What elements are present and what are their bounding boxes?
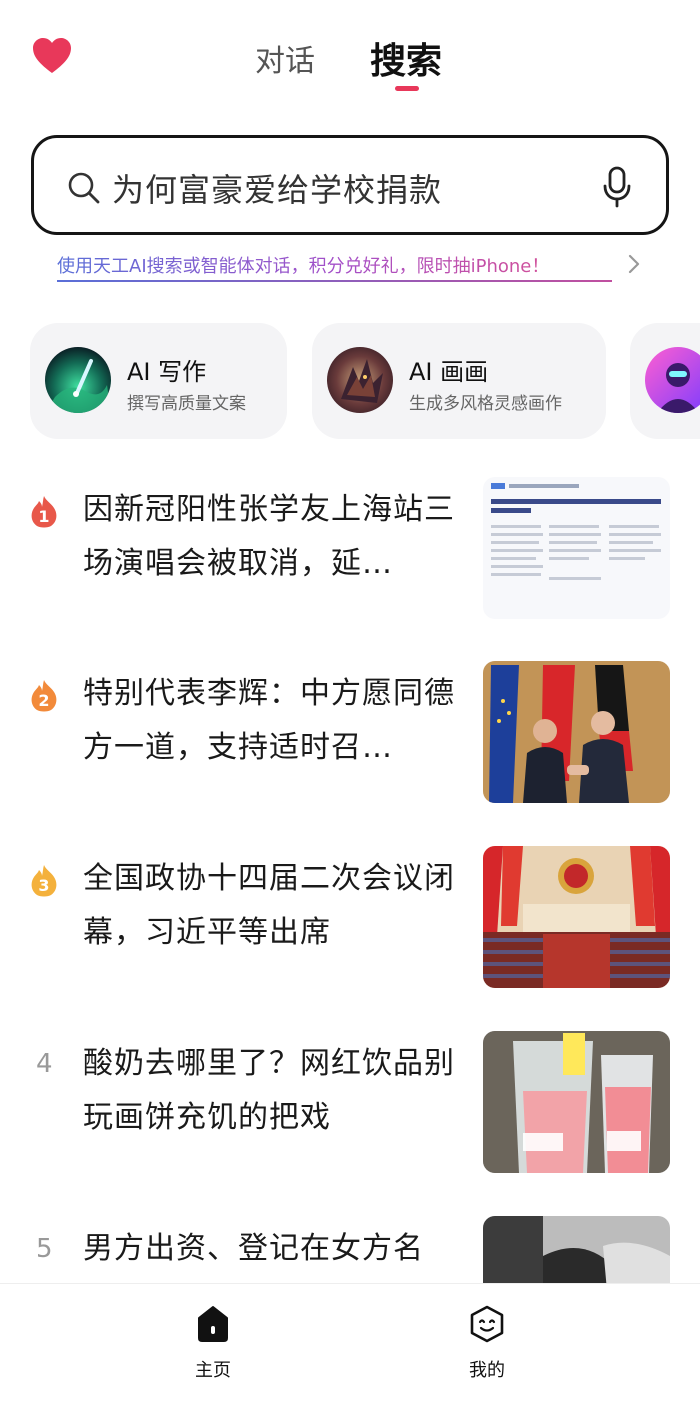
chevron-right-icon[interactable]: [627, 253, 641, 275]
profile-face-icon: [470, 1305, 504, 1343]
news-title: 因新冠阳性张学友上海站三场演唱会被取消，延…: [83, 492, 455, 581]
news-title: 全国政协十四届二次会议闭幕，习近平等出席: [83, 861, 455, 950]
top-bar: 对话 搜索: [0, 0, 700, 110]
ai-drawing-subtitle: 生成多风格灵感画作: [409, 394, 562, 414]
promo-text: 使用天工AI搜索或智能体对话，积分兑好礼，限时抽iPhone！: [57, 252, 617, 278]
search-input[interactable]: 为何富豪爱给学校捐款: [31, 135, 669, 235]
nav-home-label: 主页: [195, 1360, 231, 1381]
nav-mine[interactable]: 我的: [447, 1304, 527, 1394]
ai-writing-title: AI 写作: [127, 358, 207, 386]
promo-underline: [57, 280, 612, 282]
ai-writing-card[interactable]: AI 写作 撰写高质量文案: [30, 323, 287, 439]
ai-drawing-title: AI 画画: [409, 358, 489, 386]
news-thumbnail: [483, 661, 670, 803]
rank-number: 5: [36, 1234, 53, 1264]
search-placeholder: 为何富豪爱给学校捐款: [112, 171, 443, 209]
promo-link[interactable]: 使用天工AI搜索或智能体对话，积分兑好礼，限时抽iPhone！: [57, 252, 617, 282]
svg-text:1: 1: [38, 507, 49, 526]
home-icon: [198, 1306, 228, 1342]
tab-search[interactable]: 搜索: [370, 32, 442, 84]
news-item-1[interactable]: 1 因新冠阳性张学友上海站三场演唱会被取消，延…: [0, 477, 700, 627]
news-title: 男方出资、登记在女方名: [83, 1231, 424, 1266]
news-item-4[interactable]: 4 酸奶去哪里了？网红饮品别玩画饼充饥的把戏: [0, 1031, 700, 1181]
nav-home[interactable]: 主页: [173, 1304, 253, 1394]
hot-rank-1-icon: 1: [31, 496, 57, 528]
svg-text:2: 2: [38, 691, 49, 710]
feature-card-partial[interactable]: [630, 323, 700, 439]
ai-writing-thumbnail: [45, 347, 111, 413]
hot-rank-2-icon: 2: [31, 680, 57, 712]
microphone-icon[interactable]: [602, 166, 632, 208]
bottom-nav: 主页 我的: [0, 1283, 700, 1415]
avatar-thumbnail: [645, 347, 700, 413]
news-item-3[interactable]: 3 全国政协十四届二次会议闭幕，习近平等出席: [0, 846, 700, 996]
heart-icon[interactable]: [32, 37, 72, 75]
nav-mine-label: 我的: [469, 1360, 505, 1381]
feature-cards: AI 写作 撰写高质量文案 AI 画画 生成多风格灵感画作: [30, 323, 700, 441]
ai-drawing-card[interactable]: AI 画画 生成多风格灵感画作: [312, 323, 606, 439]
svg-text:3: 3: [38, 876, 49, 895]
news-thumbnail: [483, 1031, 670, 1173]
news-thumbnail: [483, 477, 670, 619]
news-item-2[interactable]: 2 特别代表李辉：中方愿同德方一道，支持适时召…: [0, 661, 700, 811]
hot-rank-3-icon: 3: [31, 865, 57, 897]
news-thumbnail: [483, 846, 670, 988]
rank-number: 4: [36, 1049, 53, 1079]
ai-drawing-thumbnail: [327, 347, 393, 413]
search-icon: [68, 172, 100, 204]
tab-chat[interactable]: 对话: [255, 36, 315, 80]
ai-writing-subtitle: 撰写高质量文案: [127, 394, 246, 414]
active-tab-indicator: [395, 86, 419, 91]
news-title: 特别代表李辉：中方愿同德方一道，支持适时召…: [83, 676, 455, 765]
news-title: 酸奶去哪里了？网红饮品别玩画饼充饥的把戏: [83, 1046, 455, 1135]
